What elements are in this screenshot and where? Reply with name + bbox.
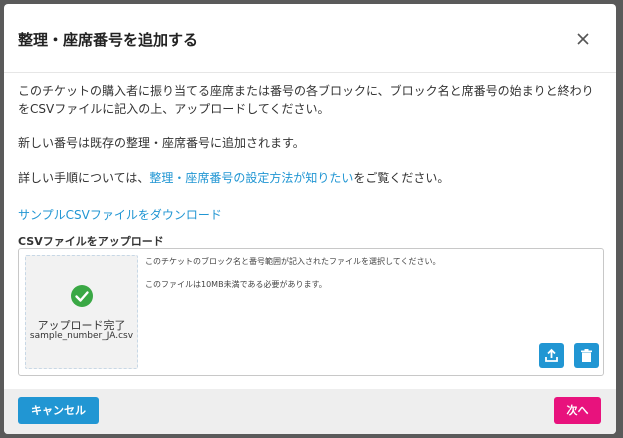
delete-button[interactable] xyxy=(574,343,599,368)
help-text: 詳しい手順については、整理・座席番号の設定方法が知りたいをご覧ください。 xyxy=(18,169,449,187)
file-description: このチケットのブロック名と番号範囲が記入されたファイルを選択してください。 xyxy=(145,257,441,266)
help-text-before: 詳しい手順については、 xyxy=(18,171,150,185)
dialog-title: 整理・座席番号を追加する xyxy=(18,31,199,49)
uploaded-file-card: アップロード完了 sample_number_JA.csv xyxy=(25,255,138,369)
trash-icon xyxy=(581,349,592,362)
file-size-note: このファイルは10MB未満である必要があります。 xyxy=(145,280,327,289)
help-link[interactable]: 整理・座席番号の設定方法が知りたい xyxy=(149,171,353,185)
instructions-text: このチケットの購入者に振り当てる座席または番号の各ブロックに、ブロック名と席番号… xyxy=(18,84,594,116)
append-note-text: 新しい番号は既存の整理・座席番号に追加されます。 xyxy=(18,136,305,150)
upload-label: CSVファイルをアップロード xyxy=(18,235,164,248)
help-text-after: をご覧ください。 xyxy=(353,171,450,185)
file-name: sample_number_JA.csv xyxy=(29,331,134,341)
download-sample-link[interactable]: サンプルCSVファイルをダウンロード xyxy=(18,206,222,224)
upload-button[interactable] xyxy=(539,343,564,368)
upload-seat-numbers-dialog: 整理・座席番号を追加する このチケットの購入者に振り当てる座席または番号の各ブロ… xyxy=(4,4,616,434)
upload-icon xyxy=(545,348,558,362)
dialog-footer: キャンセル 次へ xyxy=(4,389,616,434)
next-button[interactable]: 次へ xyxy=(554,397,601,424)
file-dropzone[interactable]: アップロード完了 sample_number_JA.csv このチケットのブロッ… xyxy=(18,248,604,376)
check-circle-icon xyxy=(70,284,94,308)
dialog-header: 整理・座席番号を追加する xyxy=(4,4,616,73)
close-icon[interactable] xyxy=(572,28,594,50)
cancel-button[interactable]: キャンセル xyxy=(18,397,99,424)
